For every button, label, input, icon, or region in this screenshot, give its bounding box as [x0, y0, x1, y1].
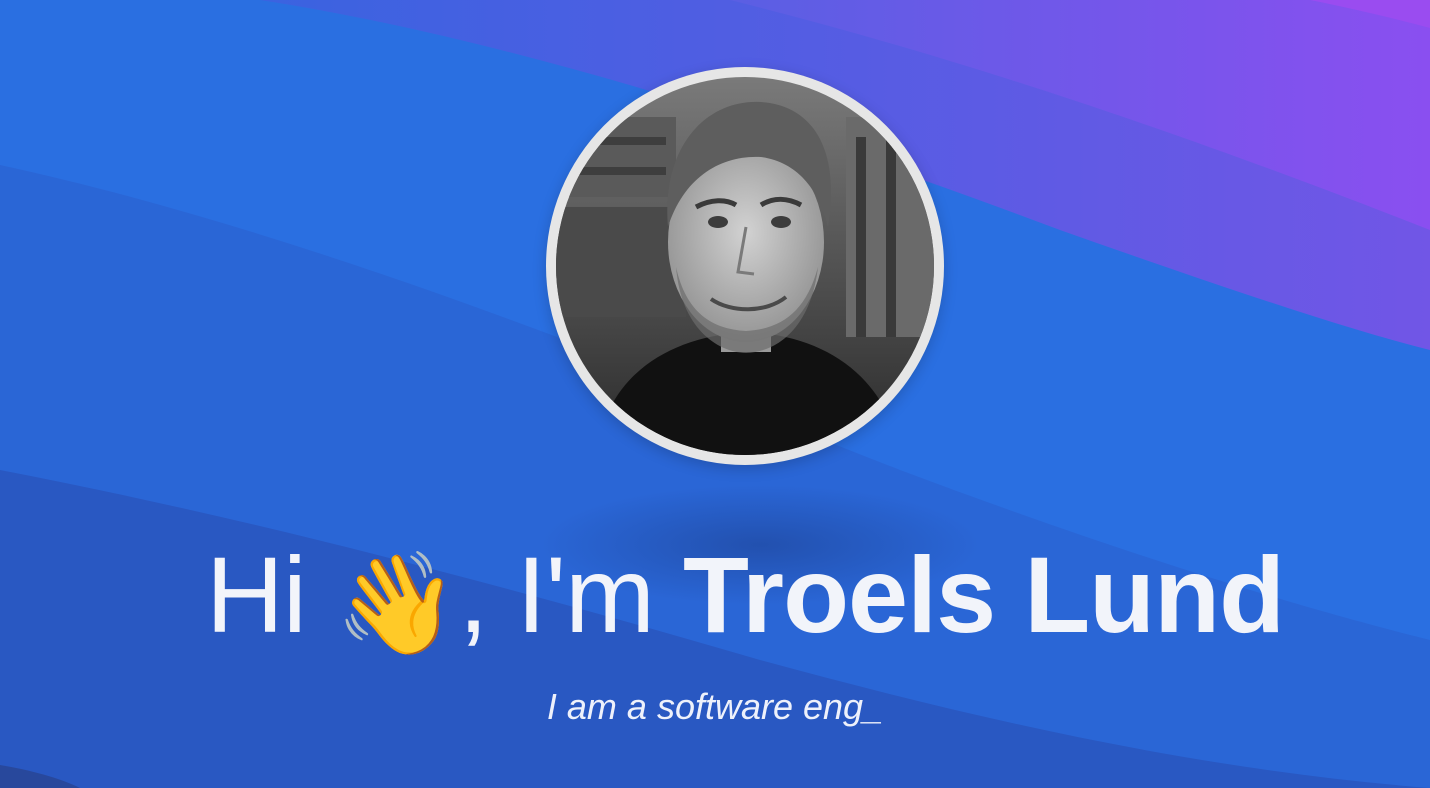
author-name: Troels Lund [683, 534, 1285, 655]
avatar-photo [556, 77, 934, 455]
greeting-text: Hi [205, 534, 307, 655]
intro-text: , I'm [458, 534, 655, 655]
waving-hand-icon: 👋 [334, 548, 460, 660]
avatar-frame [546, 67, 944, 465]
typing-tagline: I am a software eng_ [546, 686, 884, 727]
avatar [556, 77, 934, 455]
hero-headline: Hi 👋, I'm Troels Lund [0, 530, 1430, 669]
